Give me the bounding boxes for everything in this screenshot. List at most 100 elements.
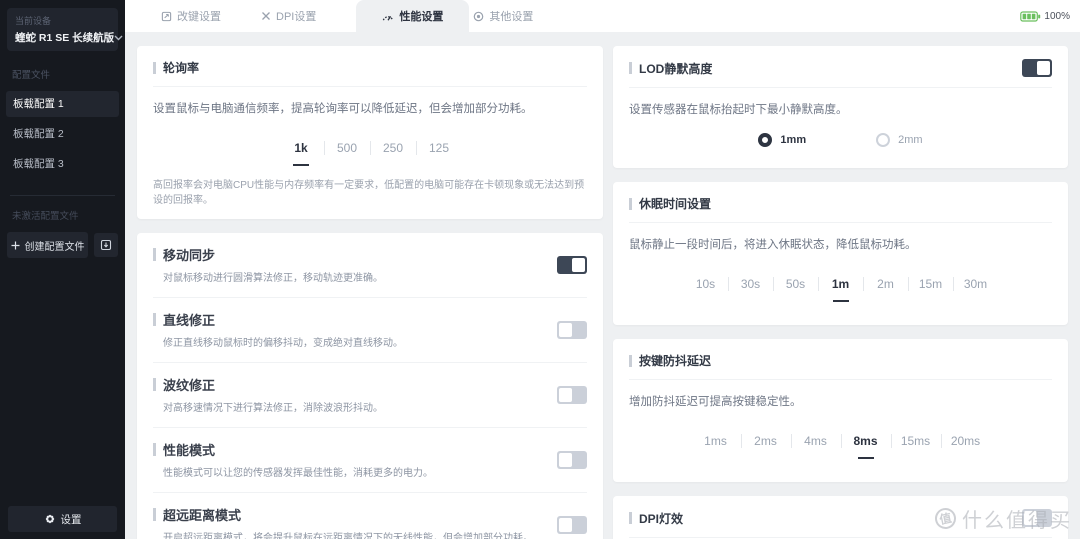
sleep-time-title: 休眠时间设置 bbox=[639, 197, 712, 211]
debounce-option-15ms[interactable]: 15ms bbox=[890, 433, 941, 449]
polling-rate-card: 轮询率 设置鼠标与电脑通信频率，提高轮询率可以降低延迟，但会增加部分功耗。 1k… bbox=[137, 46, 603, 219]
toggle-row-ripple-correction: 波纹修正 对高移速情况下进行算法修正，消除波浪形抖动。 bbox=[153, 363, 587, 428]
dpi-light-toggle[interactable] bbox=[1022, 509, 1052, 527]
motion-settings-card: 移动同步 对鼠标移动进行圆滑算法修正，移动轨迹更准确。 直线修正 修正直线移动鼠… bbox=[137, 233, 603, 539]
title-bar-decoration bbox=[629, 354, 632, 367]
toggle-row-line-correction: 直线修正 修正直线移动鼠标时的偏移抖动，变成绝对直线移动。 bbox=[153, 298, 587, 363]
tab-performance-label: 性能设置 bbox=[399, 11, 444, 23]
debounce-options: 1ms 2ms 4ms 8ms 15ms 20ms bbox=[629, 433, 1052, 449]
sleep-option-50s[interactable]: 50s bbox=[773, 276, 818, 292]
title-bar-decoration bbox=[153, 61, 156, 74]
polling-option-1k[interactable]: 1k bbox=[278, 140, 324, 156]
create-profile-label: 创建配置文件 bbox=[24, 241, 85, 253]
chevron-down-icon bbox=[114, 35, 123, 41]
long-range-mode-toggle[interactable] bbox=[557, 515, 587, 534]
radio-selected-icon bbox=[758, 133, 773, 147]
performance-mode-title: 性能模式 bbox=[163, 443, 216, 458]
device-selector[interactable]: 当前设备 蝰蛇 R1 SE 长续航版 bbox=[7, 8, 123, 51]
sidebar: 当前设备 蝰蛇 R1 SE 长续航版 配置文件 板载配置 1 板载配置 2 板载… bbox=[0, 0, 125, 539]
ripple-correction-toggle[interactable] bbox=[557, 385, 587, 404]
device-name: 蝰蛇 R1 SE 长续航版 bbox=[15, 32, 115, 44]
lod-option-2mm[interactable]: 2mm bbox=[876, 133, 923, 147]
tab-remap[interactable]: 改键设置 bbox=[161, 0, 221, 32]
debounce-option-1ms[interactable]: 1ms bbox=[691, 433, 741, 449]
battery-percent: 100% bbox=[1044, 10, 1070, 22]
lod-card: LOD静默高度 设置传感器在鼠标抬起时下最小静默高度。 1mm 2mm bbox=[613, 46, 1068, 168]
sleep-option-30m[interactable]: 30m bbox=[953, 276, 998, 292]
tab-dpi[interactable]: DPI设置 bbox=[261, 0, 316, 32]
sleep-option-2m[interactable]: 2m bbox=[863, 276, 908, 292]
profiles-section-label: 配置文件 bbox=[12, 70, 51, 81]
sleep-time-desc: 鼠标静止一段时间后，将进入休眠状态，降低鼠标功耗。 bbox=[629, 239, 917, 251]
lod-desc: 设置传感器在鼠标抬起时下最小静默高度。 bbox=[629, 104, 848, 116]
ripple-correction-title: 波纹修正 bbox=[163, 378, 216, 393]
top-tab-bar: 改键设置 DPI设置 性能设置 其他设置 100% bbox=[125, 0, 1080, 32]
title-bar-decoration bbox=[153, 248, 156, 261]
profile-item-3[interactable]: 板载配置 3 bbox=[6, 151, 119, 177]
motion-sync-title: 移动同步 bbox=[163, 248, 216, 263]
title-bar-decoration bbox=[629, 197, 632, 210]
radio-unselected-icon bbox=[876, 133, 891, 147]
tab-remap-label: 改键设置 bbox=[177, 11, 221, 23]
debounce-option-2ms[interactable]: 2ms bbox=[740, 433, 791, 449]
polling-rate-desc: 设置鼠标与电脑通信频率，提高轮询率可以降低延迟，但会增加部分功耗。 bbox=[153, 103, 533, 115]
battery-icon bbox=[1020, 10, 1041, 22]
gear-icon bbox=[44, 513, 56, 525]
polling-option-250[interactable]: 250 bbox=[370, 140, 416, 156]
performance-mode-desc: 性能模式可以让您的传感器发挥最佳性能，消耗更多的电力。 bbox=[163, 468, 433, 479]
sleep-option-30s[interactable]: 30s bbox=[728, 276, 773, 292]
lod-option-1mm[interactable]: 1mm bbox=[758, 133, 806, 147]
dpi-light-card: DPI灯效 开启鼠标DPI灯效，但会增加部分功耗。 效果 常亮 呼吸 bbox=[613, 496, 1068, 539]
polling-option-125[interactable]: 125 bbox=[416, 140, 462, 156]
import-icon bbox=[100, 239, 112, 251]
tab-other-settings[interactable]: 其他设置 bbox=[473, 0, 533, 32]
tab-performance[interactable]: 性能设置 bbox=[356, 0, 470, 32]
title-bar-decoration bbox=[629, 62, 632, 74]
toggle-row-motion-sync: 移动同步 对鼠标移动进行圆滑算法修正，移动轨迹更准确。 bbox=[153, 233, 587, 298]
lod-options: 1mm 2mm bbox=[629, 133, 1052, 147]
performance-icon bbox=[382, 11, 394, 22]
settings-button[interactable]: 设置 bbox=[8, 506, 117, 532]
polling-rate-note: 高回报率会对电脑CPU性能与内存频率有一定要求，低配置的电脑可能存在卡顿现象或无… bbox=[153, 180, 585, 206]
line-correction-toggle[interactable] bbox=[557, 320, 587, 339]
profile-item-2[interactable]: 板载配置 2 bbox=[6, 121, 119, 147]
motion-sync-toggle[interactable] bbox=[557, 255, 587, 274]
dpi-icon bbox=[261, 11, 271, 21]
dpi-light-title: DPI灯效 bbox=[639, 511, 684, 526]
lod-title: LOD静默高度 bbox=[639, 61, 713, 76]
profile-item-1[interactable]: 板载配置 1 bbox=[6, 91, 119, 117]
sleep-option-10s[interactable]: 10s bbox=[683, 276, 728, 292]
remap-icon bbox=[161, 11, 172, 22]
lod-option-2mm-label: 2mm bbox=[898, 134, 923, 146]
polling-rate-title: 轮询率 bbox=[163, 61, 200, 75]
performance-mode-toggle[interactable] bbox=[557, 450, 587, 469]
sidebar-divider bbox=[10, 195, 115, 196]
long-range-mode-desc: 开启超远距离模式，将会提升鼠标在远距离情况下的无线性能，但会增加部分功耗。 bbox=[163, 533, 533, 539]
debounce-option-20ms[interactable]: 20ms bbox=[940, 433, 991, 449]
toggle-row-long-range-mode: 超远距离模式 开启超远距离模式，将会提升鼠标在远距离情况下的无线性能，但会增加部… bbox=[153, 493, 587, 539]
toggle-row-performance-mode: 性能模式 性能模式可以让您的传感器发挥最佳性能，消耗更多的电力。 bbox=[153, 428, 587, 493]
import-profile-button[interactable] bbox=[94, 233, 118, 257]
title-bar-decoration bbox=[153, 443, 156, 456]
create-profile-button[interactable]: 创建配置文件 bbox=[7, 232, 88, 258]
sleep-time-options: 10s 30s 50s 1m 2m 15m 30m bbox=[629, 276, 1052, 292]
sleep-option-1m[interactable]: 1m bbox=[818, 276, 863, 292]
other-settings-icon bbox=[473, 11, 484, 22]
ripple-correction-desc: 对高移速情况下进行算法修正，消除波浪形抖动。 bbox=[163, 403, 383, 414]
debounce-option-4ms[interactable]: 4ms bbox=[790, 433, 841, 449]
debounce-card: 按键防抖延迟 增加防抖延迟可提高按键稳定性。 1ms 2ms 4ms 8ms 1… bbox=[613, 339, 1068, 482]
title-bar-decoration bbox=[153, 378, 156, 391]
lod-toggle[interactable] bbox=[1022, 59, 1052, 77]
sleep-option-15m[interactable]: 15m bbox=[908, 276, 953, 292]
sleep-time-card: 休眠时间设置 鼠标静止一段时间后，将进入休眠状态，降低鼠标功耗。 10s 30s… bbox=[613, 182, 1068, 325]
device-label: 当前设备 bbox=[15, 16, 52, 26]
long-range-mode-title: 超远距离模式 bbox=[163, 508, 242, 523]
polling-option-500[interactable]: 500 bbox=[324, 140, 370, 156]
title-bar-decoration bbox=[153, 508, 156, 521]
tab-dpi-label: DPI设置 bbox=[276, 11, 317, 23]
debounce-option-8ms[interactable]: 8ms bbox=[840, 433, 891, 449]
motion-sync-desc: 对鼠标移动进行圆滑算法修正，移动轨迹更准确。 bbox=[163, 273, 383, 284]
line-correction-title: 直线修正 bbox=[163, 313, 216, 328]
debounce-title: 按键防抖延迟 bbox=[639, 354, 712, 368]
main-content: 轮询率 设置鼠标与电脑通信频率，提高轮询率可以降低延迟，但会增加部分功耗。 1k… bbox=[125, 32, 1080, 539]
